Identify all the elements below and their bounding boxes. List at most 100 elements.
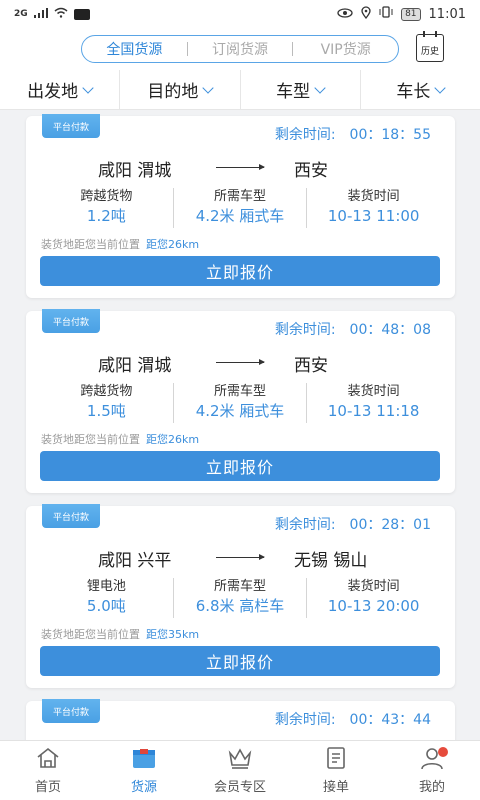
filter-departure[interactable]: 出发地 — [0, 70, 119, 109]
remaining-time: 剩余时间: 00：48：08 — [275, 319, 431, 339]
hint-text: 装货地距您当前位置 — [41, 433, 140, 446]
cargo-info: 锂电池 5.0吨 — [40, 578, 173, 618]
quote-now-button[interactable]: 立即报价 — [40, 451, 440, 481]
tab-label: 货源 — [130, 780, 157, 795]
battery-indicator: 81 — [401, 7, 421, 21]
cargo-details: 跨越货物 1.5吨 所需车型 4.2米 厢式车 装货时间 10-13 11:18 — [40, 383, 440, 423]
tab-vip-source[interactable]: VIP货源 — [293, 39, 398, 59]
vehicle-info: 所需车型 6.8米 高栏车 — [172, 578, 307, 618]
cargo-card[interactable]: 平台付款 剩余时间: 00：48：08 咸阳 渭城 西安 跨越货物 1.5吨 所需车… — [26, 309, 455, 493]
load-time-info: 装货时间 10-13 11:18 — [306, 383, 440, 423]
document-icon — [327, 747, 345, 769]
cargo-card[interactable]: 平台付款 剩余时间: 00：43：44 — [26, 699, 455, 740]
route: 咸阳 渭城 西安 — [26, 156, 455, 181]
cargo-card[interactable]: 平台付款 剩余时间: 00：28：01 咸阳 兴平 无锡 锡山 锂电池 5.0吨 所… — [26, 504, 455, 688]
chevron-down-icon — [82, 81, 94, 94]
timer-label: 剩余时间: — [274, 127, 336, 143]
wifi-icon — [54, 7, 68, 22]
vehicle-value: 4.2米 厢式车 — [195, 207, 285, 225]
source-segmented-control: 全国货源 订阅货源 VIP货源 — [81, 35, 399, 63]
app-notification-icon — [73, 8, 90, 20]
tab-label: 首页 — [34, 780, 61, 795]
filter-label: 车长 — [396, 82, 431, 102]
route-origin: 咸阳 兴平 — [98, 551, 172, 571]
cargo-card[interactable]: 平台付款 剩余时间: 00：18：55 咸阳 渭城 西安 跨越货物 1.2吨 所需车… — [26, 114, 455, 298]
route-destination: 西安 — [294, 161, 328, 181]
cargo-weight: 1.5吨 — [86, 402, 126, 420]
tab-home[interactable]: 首页 — [0, 741, 96, 800]
route: 咸阳 渭城 西安 — [26, 351, 455, 376]
platform-payment-badge: 平台付款 — [42, 504, 100, 528]
header: 全国货源 订阅货源 VIP货源 历史 — [0, 28, 480, 70]
timer-value: 00：18：55 — [349, 127, 431, 143]
tab-member-zone[interactable]: 会员专区 — [192, 741, 288, 800]
tab-mine[interactable]: 我的 — [384, 741, 480, 800]
timer-label: 剩余时间: — [274, 322, 336, 338]
load-time-value: 10-13 20:00 — [327, 597, 420, 615]
vehicle-label: 所需车型 — [214, 384, 267, 399]
arrow-right-icon — [216, 359, 265, 365]
vibrate-icon — [379, 6, 393, 22]
platform-payment-badge: 平台付款 — [42, 699, 100, 723]
filter-label: 车型 — [276, 82, 311, 102]
load-time-label: 装货时间 — [347, 384, 400, 399]
distance-value: 距您26km — [146, 238, 200, 251]
route-origin: 咸阳 渭城 — [98, 356, 172, 376]
hint-text: 装货地距您当前位置 — [41, 238, 140, 251]
cargo-weight: 1.2吨 — [86, 207, 126, 225]
remaining-time: 剩余时间: 00：18：55 — [275, 124, 431, 144]
signal-bars-icon — [33, 7, 48, 22]
tab-subscribed-source[interactable]: 订阅货源 — [188, 39, 293, 59]
load-time-label: 装货时间 — [347, 579, 400, 594]
arrow-right-icon — [216, 164, 265, 170]
timer-value: 00：43：44 — [349, 712, 431, 728]
arrow-right-icon — [216, 554, 265, 560]
timer-value: 00：48：08 — [349, 322, 431, 338]
status-bar: 2G 81 11:01 — [0, 0, 480, 28]
tab-orders[interactable]: 接单 — [288, 741, 384, 800]
tab-label: 我的 — [418, 780, 445, 795]
route-destination: 西安 — [294, 356, 328, 376]
vehicle-info: 所需车型 4.2米 厢式车 — [172, 188, 307, 228]
quote-now-button[interactable]: 立即报价 — [40, 646, 440, 676]
cargo-box-icon — [133, 749, 155, 768]
filter-bar: 出发地 目的地 车型 车长 — [0, 70, 480, 110]
cargo-label: 跨越货物 — [80, 384, 133, 399]
tab-label: 会员专区 — [213, 780, 266, 795]
platform-payment-badge: 平台付款 — [42, 309, 100, 333]
load-time-info: 装货时间 10-13 20:00 — [306, 578, 440, 618]
cargo-details: 跨越货物 1.2吨 所需车型 4.2米 厢式车 装货时间 10-13 11:00 — [40, 188, 440, 228]
filter-label: 目的地 — [147, 82, 199, 102]
crown-icon — [228, 748, 252, 769]
remaining-time: 剩余时间: 00：28：01 — [275, 514, 431, 534]
clock: 11:01 — [428, 6, 466, 22]
signal-indicator: 2G — [14, 9, 28, 19]
route-origin: 咸阳 渭城 — [98, 161, 172, 181]
cargo-label: 跨越货物 — [80, 189, 133, 204]
hint-text: 装货地距您当前位置 — [41, 628, 140, 641]
distance-value: 距您35km — [146, 628, 200, 641]
filter-vehicle-length[interactable]: 车长 — [359, 70, 480, 109]
load-time-label: 装货时间 — [347, 189, 400, 204]
cargo-list[interactable]: 平台付款 剩余时间: 00：18：55 咸阳 渭城 西安 跨越货物 1.2吨 所需车… — [0, 110, 480, 740]
chevron-down-icon — [202, 81, 215, 94]
filter-vehicle-type[interactable]: 车型 — [239, 70, 360, 109]
filter-label: 出发地 — [27, 82, 79, 102]
vehicle-label: 所需车型 — [214, 189, 267, 204]
distance-value: 距您26km — [146, 433, 200, 446]
distance-hint: 装货地距您当前位置 距您26km — [41, 236, 199, 252]
vehicle-value: 6.8米 高栏车 — [195, 597, 285, 615]
load-time-info: 装货时间 10-13 11:00 — [306, 188, 440, 228]
filter-destination[interactable]: 目的地 — [119, 70, 239, 109]
tab-label: 接单 — [322, 780, 349, 795]
chevron-down-icon — [434, 81, 447, 94]
vehicle-info: 所需车型 4.2米 厢式车 — [172, 383, 307, 423]
tab-national-source[interactable]: 全国货源 — [82, 39, 187, 59]
cargo-info: 跨越货物 1.2吨 — [40, 188, 173, 228]
vehicle-value: 4.2米 厢式车 — [195, 402, 285, 420]
history-calendar-button[interactable]: 历史 — [416, 31, 444, 62]
tab-cargo-source[interactable]: 货源 — [96, 741, 192, 800]
route: 咸阳 兴平 无锡 锡山 — [26, 546, 455, 571]
quote-now-button[interactable]: 立即报价 — [40, 256, 440, 286]
cargo-label: 锂电池 — [86, 579, 126, 594]
